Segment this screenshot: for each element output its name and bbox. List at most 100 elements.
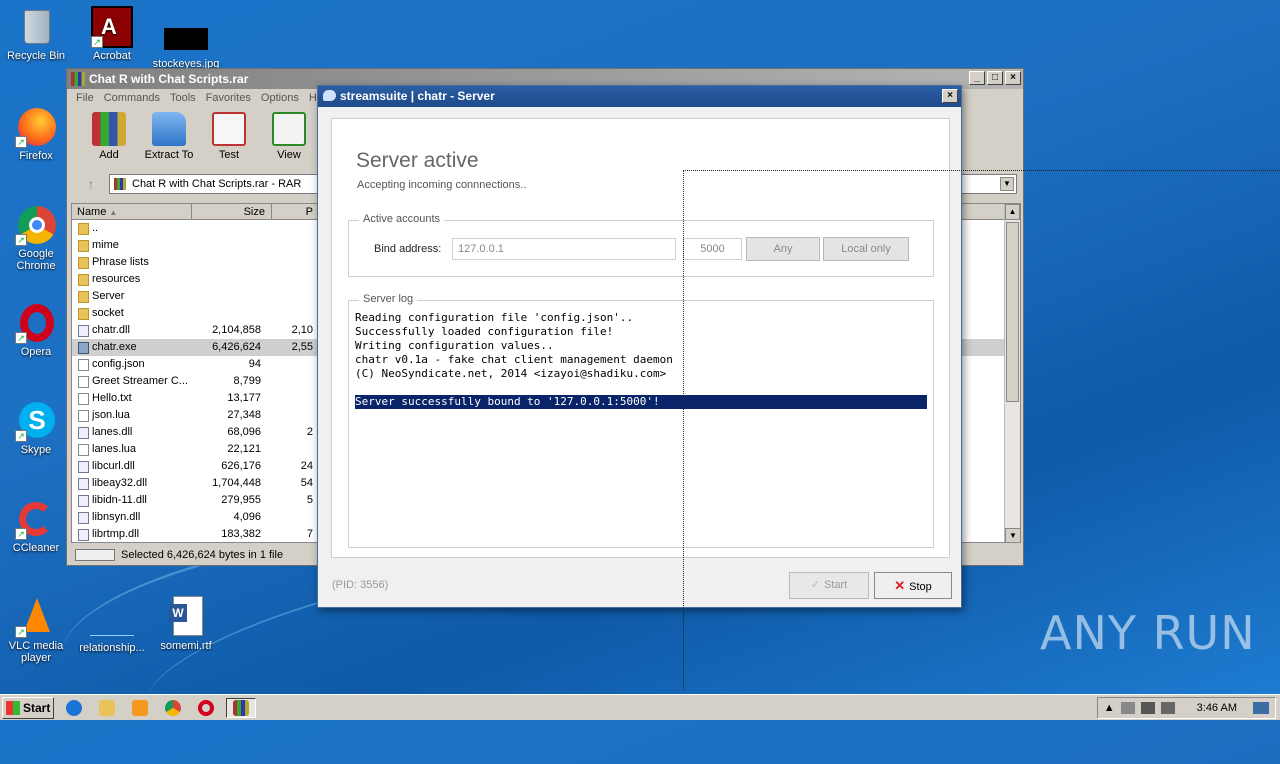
close-button[interactable]: × (942, 89, 958, 103)
scroll-up-arrow[interactable]: ▲ (1005, 204, 1020, 220)
flag-icon[interactable] (1120, 702, 1135, 714)
file-name-cell: json.lua (72, 407, 192, 424)
minimize-button[interactable]: _ (969, 71, 985, 85)
taskbar-explorer[interactable] (94, 698, 120, 718)
file-size: 626,176 (221, 460, 261, 472)
file-name-cell: resources (72, 271, 192, 288)
desktop-icon-stockeyes[interactable]: stockeyes.jpg (150, 26, 222, 70)
menu-tools[interactable]: Tools (165, 89, 201, 108)
menu-options[interactable]: Options (256, 89, 304, 108)
log-line: Successfully loaded configuration file! (355, 325, 614, 338)
volume-icon[interactable] (1160, 702, 1175, 714)
file-icon (78, 443, 89, 456)
file-name-cell: libidn-11.dll (72, 492, 192, 509)
file-name-cell: socket (72, 305, 192, 322)
add-archive-icon (92, 112, 126, 146)
keys-icon (75, 549, 115, 561)
server-log[interactable]: Reading configuration file 'config.json'… (355, 311, 929, 409)
desktop-icon-opera[interactable]: ↗ Opera (0, 302, 72, 358)
stop-button[interactable]: ✕ Stop (874, 572, 952, 599)
rar-archive-icon (114, 178, 126, 190)
file-icon (90, 604, 134, 636)
desktop-icon-chrome[interactable]: ↗ Google Chrome (0, 204, 72, 272)
file-size: 27,348 (227, 409, 261, 421)
file-name: Greet Streamer C... (92, 375, 188, 387)
add-button[interactable]: Add (81, 112, 137, 161)
file-name-cell: chatr.exe (72, 339, 192, 356)
test-button[interactable]: Test (201, 112, 257, 161)
windows-flag-icon (6, 700, 20, 715)
scroll-down-arrow[interactable]: ▼ (1005, 528, 1020, 542)
stop-label: Stop (909, 581, 932, 593)
view-label: View (277, 149, 301, 161)
start-button[interactable]: Start (2, 696, 54, 719)
menu-commands[interactable]: Commands (99, 89, 165, 108)
desktop-icon-firefox[interactable]: ↗ Firefox (0, 106, 72, 162)
desktop-icon-somemi[interactable]: W somemi.rtf (150, 596, 222, 652)
file-size (192, 271, 267, 288)
file-icon (78, 409, 89, 422)
scroll-thumb[interactable] (1006, 222, 1019, 402)
page-subtitle: Accepting incoming connnections.. (357, 179, 527, 191)
column-packed[interactable]: P (272, 204, 318, 219)
any-button[interactable]: Any (746, 237, 820, 261)
vertical-scrollbar[interactable]: ▲ ▼ (1004, 204, 1020, 542)
file-icon (78, 358, 89, 371)
start-button[interactable]: ✓ Start (789, 572, 869, 599)
maximize-button[interactable]: □ (987, 71, 1003, 85)
column-size[interactable]: Size (192, 204, 272, 219)
bind-address-label: Bind address: (374, 243, 442, 255)
dll-icon (78, 494, 89, 507)
taskbar-opera[interactable] (193, 698, 219, 718)
chevron-up-icon[interactable]: ▲ (1104, 702, 1115, 714)
desktop-icon-skype[interactable]: S ↗ Skype (0, 400, 72, 456)
view-book-icon (272, 112, 306, 146)
up-arrow-icon[interactable]: ↑ (73, 176, 109, 192)
taskbar-media-player[interactable] (127, 698, 153, 718)
column-name[interactable]: Name ▲ (72, 204, 192, 219)
file-size: 4,096 (233, 511, 261, 523)
status-text: Selected 6,426,624 bytes in 1 file (121, 549, 284, 561)
clock[interactable]: 3:46 AM (1197, 702, 1237, 714)
extract-to-label: Extract To (144, 149, 194, 161)
file-name-cell: lanes.lua (72, 441, 192, 458)
desktop-icon-vlc[interactable]: ↗ VLC media player (0, 596, 72, 664)
log-line: Reading configuration file 'config.json'… (355, 311, 634, 324)
file-packed-size (267, 220, 317, 237)
firefox-icon: ↗ (15, 106, 57, 148)
desktop-icon-label: Firefox (19, 150, 53, 162)
close-button[interactable]: × (1005, 71, 1021, 85)
file-name: resources (92, 273, 141, 285)
folder-icon (78, 256, 89, 269)
dialog-title: streamsuite | chatr - Server (340, 89, 495, 103)
internet-explorer-icon (66, 699, 82, 716)
desktop-icon-acrobat[interactable]: A ↗ Acrobat (76, 6, 148, 62)
view-button[interactable]: View (261, 112, 317, 161)
menu-file[interactable]: File (71, 89, 99, 108)
file-size: 279,955 (221, 494, 261, 506)
bind-address-input[interactable]: 127.0.0.1 (452, 238, 676, 260)
dialog-titlebar[interactable]: streamsuite | chatr - Server × (318, 86, 961, 107)
folder-icon (78, 239, 89, 252)
taskbar-ie[interactable] (61, 698, 87, 718)
taskbar-winrar[interactable] (226, 697, 256, 718)
extract-to-button[interactable]: Extract To (141, 112, 197, 161)
menu-favorites[interactable]: Favorites (201, 89, 256, 108)
file-name-cell: librtmp.dll (72, 526, 192, 542)
network-icon[interactable] (1140, 702, 1155, 714)
chevron-down-icon[interactable]: ▼ (1000, 177, 1014, 191)
show-desktop-icon[interactable] (1253, 702, 1269, 714)
dialog-panel: Server active Accepting incoming connnec… (331, 118, 950, 558)
file-name: chatr.dll (92, 324, 130, 336)
desktop-icon-recycle-bin[interactable]: Recycle Bin (0, 6, 72, 62)
taskbar-chrome[interactable] (160, 698, 186, 718)
desktop-icon-label: Skype (20, 444, 52, 456)
desktop-icon-label: relationship... (79, 642, 145, 654)
desktop-icon-relationship[interactable]: relationship... (76, 604, 148, 654)
port-input[interactable]: 5000 (683, 238, 742, 260)
file-size (192, 237, 267, 254)
folder-icon (78, 222, 89, 235)
local-only-button[interactable]: Local only (823, 237, 909, 261)
desktop-icon-ccleaner[interactable]: ↗ CCleaner (0, 498, 72, 554)
exe-icon (78, 341, 89, 354)
